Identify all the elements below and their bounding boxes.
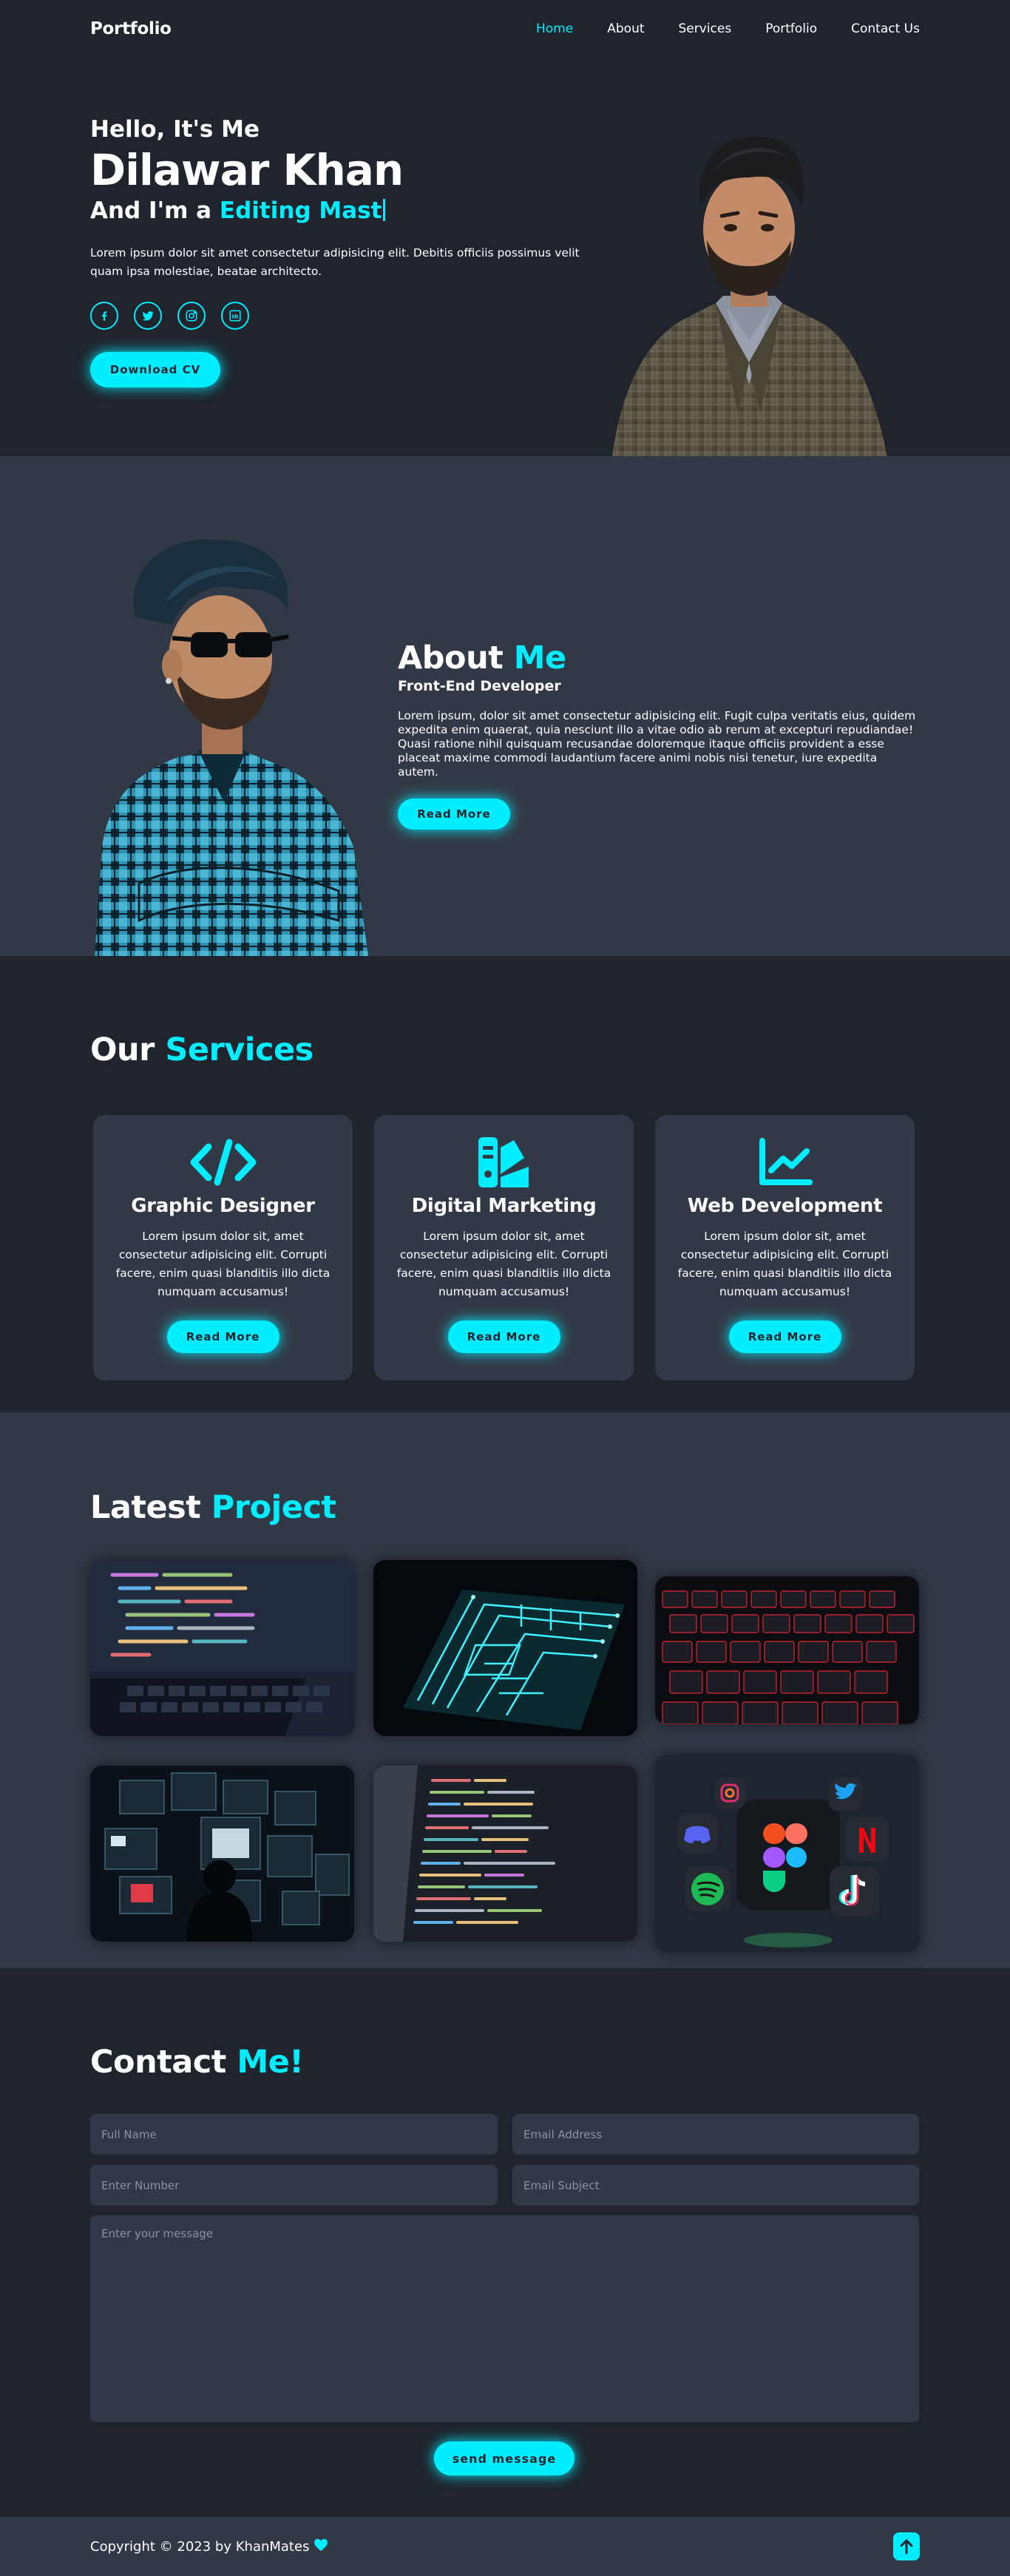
service-read-more-button[interactable]: Read More bbox=[166, 1321, 279, 1353]
about-text: Lorem ipsum, dolor sit amet consectetur … bbox=[398, 709, 916, 779]
portfolio-title: Latest Project bbox=[90, 1489, 336, 1526]
arrow-up-icon[interactable] bbox=[893, 2532, 920, 2560]
greeting: Hello, It's Me bbox=[90, 116, 260, 143]
service-title: Web Development bbox=[687, 1195, 883, 1217]
contact-title: Contact Me! bbox=[90, 2044, 304, 2081]
project-image[interactable] bbox=[655, 1576, 919, 1724]
nav-home[interactable]: Home bbox=[536, 21, 573, 36]
instagram-icon[interactable] bbox=[177, 301, 206, 330]
full-name-input[interactable] bbox=[90, 2114, 498, 2155]
about-content: About Me Front-End Developer Lorem ipsum… bbox=[398, 640, 917, 830]
twitter-icon[interactable] bbox=[134, 301, 162, 330]
site-header: Portfolio Home About Services Portfolio … bbox=[0, 0, 1010, 58]
nav-portfolio[interactable]: Portfolio bbox=[765, 21, 817, 36]
nav-contact[interactable]: Contact Us bbox=[851, 21, 920, 36]
code-icon bbox=[189, 1136, 257, 1189]
typing-caret bbox=[383, 199, 386, 222]
swatchbook-icon bbox=[477, 1136, 532, 1189]
site-footer: Copyright © 2023 by KhanMates bbox=[0, 2517, 1010, 2576]
about-title: About Me bbox=[398, 640, 566, 677]
copyright-text: Copyright © 2023 by KhanMates bbox=[90, 2538, 310, 2555]
project-image[interactable] bbox=[90, 1560, 354, 1736]
service-text: Lorem ipsum dolor sit, amet consectetur … bbox=[115, 1230, 331, 1298]
hero-role: And I'm a Editing Mast bbox=[90, 197, 593, 225]
service-title: Digital Marketing bbox=[411, 1195, 597, 1217]
chart-line-icon bbox=[758, 1136, 813, 1189]
project-image[interactable] bbox=[373, 1560, 637, 1736]
about-photo bbox=[95, 539, 368, 956]
project-image[interactable] bbox=[373, 1766, 637, 1942]
portfolio-section: Latest Project bbox=[0, 1412, 1010, 1968]
send-message-button[interactable]: send message bbox=[434, 2441, 575, 2475]
profile-photo bbox=[612, 136, 887, 456]
services-title: Our Services bbox=[90, 1031, 313, 1068]
message-textarea[interactable] bbox=[90, 2215, 919, 2422]
about-read-more-button[interactable]: Read More bbox=[398, 799, 510, 830]
nav-services[interactable]: Services bbox=[679, 21, 732, 36]
hero-description: Lorem ipsum dolor sit amet consectetur a… bbox=[90, 245, 580, 278]
nav-about[interactable]: About bbox=[607, 21, 644, 36]
heart-icon bbox=[313, 2538, 328, 2555]
home-content: Hello, It's Me Dilawar Khan And I'm a Ed… bbox=[90, 116, 593, 387]
role-typed-text: Editing Mast bbox=[219, 197, 382, 225]
number-input[interactable] bbox=[90, 2165, 498, 2206]
service-card: Web Development Lorem ipsum dolor sit, a… bbox=[654, 1114, 916, 1382]
service-card: Graphic Designer Lorem ipsum dolor sit, … bbox=[92, 1114, 354, 1382]
services-section: Our Services Graphic Designer Lorem ipsu… bbox=[0, 956, 1010, 1412]
social-links bbox=[90, 301, 593, 330]
logo[interactable]: Portfolio bbox=[90, 19, 172, 38]
about-section: About Me Front-End Developer Lorem ipsum… bbox=[0, 456, 1010, 956]
contact-section: Contact Me! send message bbox=[0, 1968, 1010, 2517]
home-section: Hello, It's Me Dilawar Khan And I'm a Ed… bbox=[0, 0, 1010, 456]
linkedin-icon[interactable] bbox=[221, 301, 249, 330]
facebook-icon[interactable] bbox=[90, 301, 118, 330]
download-cv-button[interactable]: Download CV bbox=[90, 351, 220, 387]
about-subtitle: Front-End Developer bbox=[398, 678, 561, 694]
copyright: Copyright © 2023 by KhanMates bbox=[90, 2538, 328, 2555]
hero-name: Dilawar Khan bbox=[90, 144, 404, 195]
service-read-more-button[interactable]: Read More bbox=[447, 1321, 560, 1353]
project-image[interactable] bbox=[655, 1755, 919, 1952]
service-title: Graphic Designer bbox=[131, 1195, 315, 1217]
service-text: Lorem ipsum dolor sit, amet consectetur … bbox=[396, 1230, 611, 1298]
service-read-more-button[interactable]: Read More bbox=[728, 1321, 841, 1353]
service-card: Digital Marketing Lorem ipsum dolor sit,… bbox=[373, 1114, 635, 1382]
role-prefix: And I'm a bbox=[90, 197, 212, 225]
service-text: Lorem ipsum dolor sit, amet consectetur … bbox=[677, 1230, 892, 1298]
main-nav: Home About Services Portfolio Contact Us bbox=[536, 21, 920, 36]
project-image[interactable] bbox=[90, 1766, 354, 1942]
email-input[interactable] bbox=[512, 2114, 919, 2155]
email-subject-input[interactable] bbox=[512, 2165, 919, 2206]
